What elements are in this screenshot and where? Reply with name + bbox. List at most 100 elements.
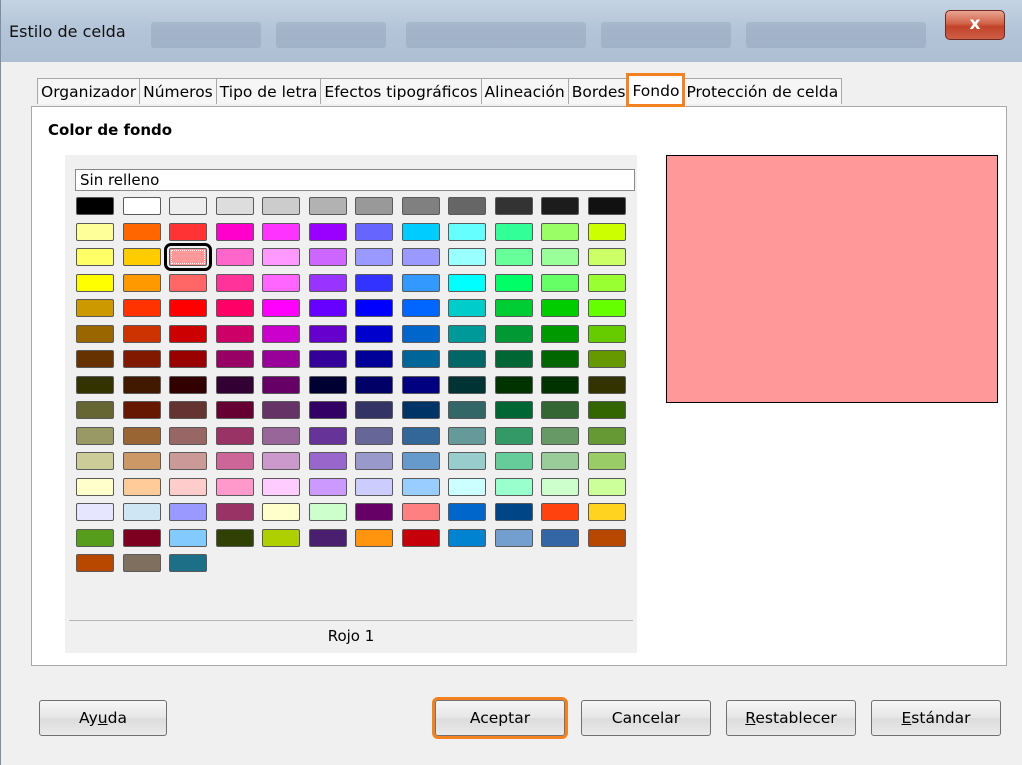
color-swatch[interactable] xyxy=(541,401,579,419)
color-swatch[interactable] xyxy=(448,350,486,368)
color-swatch[interactable] xyxy=(541,477,579,496)
color-swatch[interactable] xyxy=(541,197,579,215)
color-swatch[interactable] xyxy=(587,401,626,419)
color-swatch[interactable] xyxy=(587,273,626,292)
color-swatch[interactable] xyxy=(76,375,114,394)
color-swatch[interactable] xyxy=(587,197,626,215)
color-swatch[interactable] xyxy=(587,299,626,317)
color-swatch[interactable] xyxy=(262,273,300,292)
ok-button[interactable]: Aceptar xyxy=(432,697,568,739)
color-swatch[interactable] xyxy=(215,452,254,470)
color-swatch[interactable] xyxy=(215,273,254,292)
color-swatch[interactable] xyxy=(169,273,207,292)
color-swatch[interactable] xyxy=(122,528,161,547)
color-swatch[interactable] xyxy=(122,477,161,496)
color-swatch[interactable] xyxy=(169,477,207,496)
color-swatch[interactable] xyxy=(215,528,254,547)
color-swatch[interactable] xyxy=(494,375,533,394)
color-swatch[interactable] xyxy=(355,452,393,470)
color-swatch[interactable] xyxy=(164,243,212,271)
color-swatch[interactable] xyxy=(401,477,440,496)
color-swatch[interactable] xyxy=(494,350,533,368)
color-swatch[interactable] xyxy=(169,401,207,419)
color-swatch[interactable] xyxy=(169,222,207,241)
color-swatch[interactable] xyxy=(76,554,114,572)
color-swatch[interactable] xyxy=(308,299,347,317)
color-swatch[interactable] xyxy=(169,554,207,572)
color-swatch[interactable] xyxy=(401,273,440,292)
color-name-field[interactable]: Sin relleno xyxy=(75,169,635,191)
color-swatch[interactable] xyxy=(541,299,579,317)
color-swatch[interactable] xyxy=(587,324,626,343)
tab-alineacion[interactable]: Alineación xyxy=(480,78,569,104)
color-swatch[interactable] xyxy=(401,426,440,445)
color-swatch[interactable] xyxy=(122,197,161,215)
color-swatch[interactable] xyxy=(355,299,393,317)
color-swatch[interactable] xyxy=(401,222,440,241)
color-swatch[interactable] xyxy=(308,248,347,266)
color-swatch[interactable] xyxy=(262,197,300,215)
color-swatch[interactable] xyxy=(401,503,440,521)
color-swatch[interactable] xyxy=(262,222,300,241)
color-swatch[interactable] xyxy=(448,324,486,343)
color-swatch[interactable] xyxy=(262,248,300,266)
color-swatch[interactable] xyxy=(122,299,161,317)
color-swatch[interactable] xyxy=(169,350,207,368)
color-swatch[interactable] xyxy=(215,248,254,266)
color-swatch[interactable] xyxy=(215,503,254,521)
color-swatch[interactable] xyxy=(494,401,533,419)
color-swatch[interactable] xyxy=(76,528,114,547)
color-swatch[interactable] xyxy=(355,197,393,215)
color-swatch[interactable] xyxy=(355,273,393,292)
color-swatch[interactable] xyxy=(215,477,254,496)
tab-bordes[interactable]: Bordes xyxy=(567,78,630,104)
color-swatch[interactable] xyxy=(401,528,440,547)
color-swatch[interactable] xyxy=(355,477,393,496)
color-swatch[interactable] xyxy=(76,401,114,419)
color-swatch[interactable] xyxy=(76,350,114,368)
color-swatch[interactable] xyxy=(76,197,114,215)
color-swatch[interactable] xyxy=(494,222,533,241)
color-swatch[interactable] xyxy=(448,452,486,470)
color-swatch[interactable] xyxy=(308,528,347,547)
color-swatch[interactable] xyxy=(122,324,161,343)
color-swatch[interactable] xyxy=(448,299,486,317)
color-swatch[interactable] xyxy=(215,375,254,394)
color-swatch[interactable] xyxy=(169,426,207,445)
color-swatch[interactable] xyxy=(541,375,579,394)
color-swatch[interactable] xyxy=(541,324,579,343)
color-swatch[interactable] xyxy=(541,248,579,266)
color-swatch[interactable] xyxy=(262,452,300,470)
color-swatch[interactable] xyxy=(448,375,486,394)
color-swatch[interactable] xyxy=(401,452,440,470)
color-swatch[interactable] xyxy=(262,299,300,317)
close-button[interactable]: x xyxy=(945,10,1005,40)
color-swatch[interactable] xyxy=(76,503,114,521)
color-swatch[interactable] xyxy=(587,375,626,394)
color-swatch[interactable] xyxy=(122,426,161,445)
color-swatch[interactable] xyxy=(401,197,440,215)
color-swatch[interactable] xyxy=(494,197,533,215)
help-button[interactable]: Ayuda xyxy=(39,700,167,736)
color-swatch[interactable] xyxy=(448,273,486,292)
color-swatch[interactable] xyxy=(355,401,393,419)
color-swatch[interactable] xyxy=(215,426,254,445)
color-swatch[interactable] xyxy=(541,452,579,470)
color-swatch[interactable] xyxy=(401,401,440,419)
color-swatch[interactable] xyxy=(355,248,393,266)
color-swatch[interactable] xyxy=(215,197,254,215)
color-swatch[interactable] xyxy=(308,401,347,419)
color-swatch[interactable] xyxy=(215,350,254,368)
color-swatch[interactable] xyxy=(122,375,161,394)
color-swatch[interactable] xyxy=(308,222,347,241)
color-swatch[interactable] xyxy=(541,273,579,292)
color-swatch[interactable] xyxy=(169,299,207,317)
color-swatch[interactable] xyxy=(308,503,347,521)
tab-tipo-de-letra[interactable]: Tipo de letra xyxy=(215,78,322,104)
color-swatch[interactable] xyxy=(355,350,393,368)
color-swatch[interactable] xyxy=(448,197,486,215)
color-swatch[interactable] xyxy=(587,426,626,445)
color-swatch[interactable] xyxy=(355,222,393,241)
color-swatch[interactable] xyxy=(76,452,114,470)
color-swatch[interactable] xyxy=(215,222,254,241)
